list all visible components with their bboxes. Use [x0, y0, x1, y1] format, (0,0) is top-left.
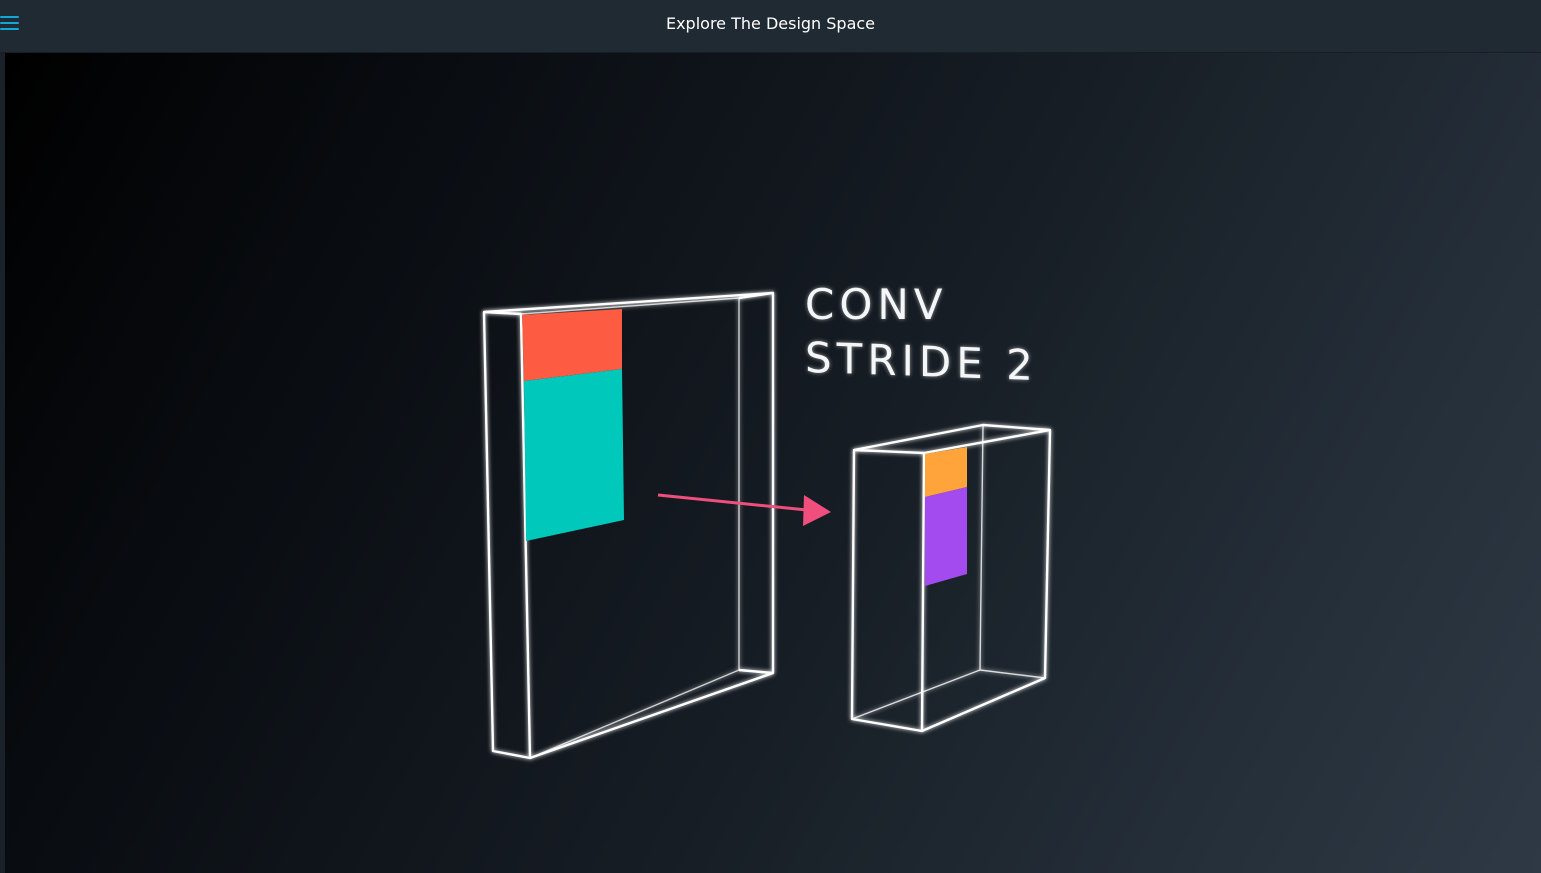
- input-filter-patches: [522, 309, 624, 541]
- output-patch-purple: [925, 487, 967, 586]
- conv-stride-illustration: [482, 291, 1052, 760]
- filter-patch-orange-red: [522, 309, 622, 381]
- stride-label: STRIDE 2: [805, 332, 1038, 391]
- output-patches: [925, 447, 967, 586]
- video-frame[interactable]: CONV STRIDE 2: [5, 53, 1541, 873]
- arrow-icon: [657, 493, 831, 526]
- conv-label: CONV: [805, 280, 948, 329]
- top-navbar: Explore The Design Space: [0, 0, 1541, 53]
- filter-patch-teal: [524, 369, 624, 541]
- page-title: Explore The Design Space: [665, 14, 876, 33]
